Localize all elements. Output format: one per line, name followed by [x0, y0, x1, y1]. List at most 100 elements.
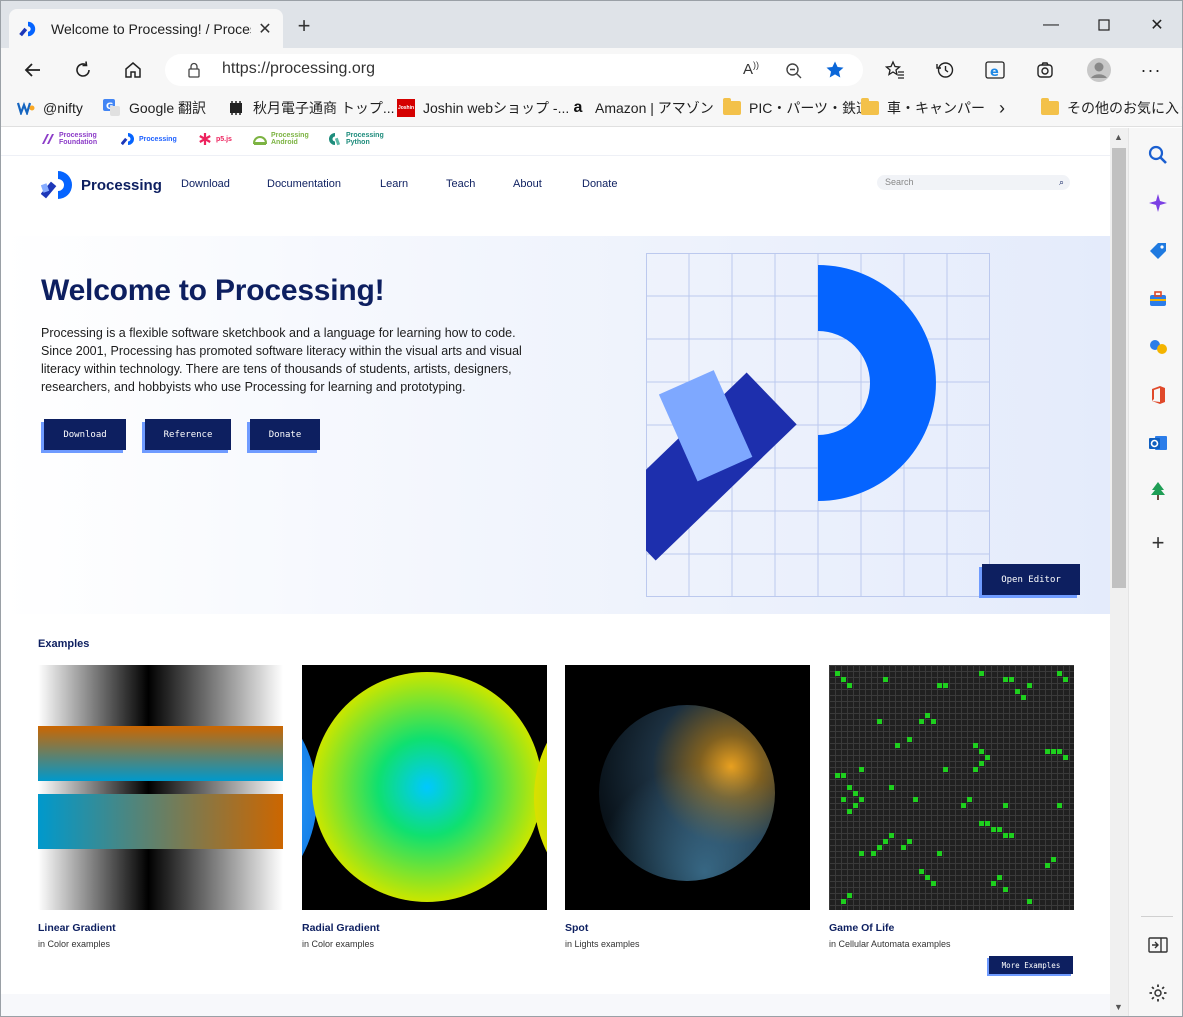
- fav-folder[interactable]: PIC・パーツ・鉄道: [723, 97, 870, 119]
- minimize-icon[interactable]: —: [1031, 11, 1071, 39]
- more-menu-icon[interactable]: ···: [1135, 54, 1167, 86]
- zoom-out-icon[interactable]: [785, 62, 803, 80]
- copilot-sparkle-icon[interactable]: [1147, 192, 1169, 214]
- hide-sidebar-icon[interactable]: [1147, 934, 1169, 956]
- site-nav: Processing Download Documentation Learn …: [1, 156, 1110, 236]
- project-link-p5js[interactable]: p5.js: [198, 132, 232, 146]
- google-translate-icon: G: [103, 99, 121, 117]
- shopping-tag-icon[interactable]: [1147, 240, 1169, 262]
- address-bar[interactable]: https://processing.org A)): [165, 54, 863, 86]
- p5js-asterisk-icon: [199, 133, 211, 145]
- maximize-icon[interactable]: [1084, 11, 1124, 39]
- example-card[interactable]: Game Of Life in Cellular Automata exampl…: [829, 665, 1074, 949]
- examples-heading: Examples: [38, 638, 90, 650]
- outlook-icon[interactable]: [1147, 432, 1169, 454]
- fav-item[interactable]: a Amazon | アマゾン: [569, 97, 714, 119]
- profile-avatar-icon[interactable]: [1083, 54, 1115, 86]
- settings-gear-icon[interactable]: [1147, 982, 1169, 1004]
- read-aloud-icon[interactable]: A)): [743, 60, 759, 78]
- url-text: https://processing.org: [222, 60, 375, 77]
- search-icon[interactable]: ⌕: [1059, 175, 1064, 190]
- download-button[interactable]: Download: [44, 419, 126, 450]
- nav-documentation[interactable]: Documentation: [267, 178, 341, 190]
- akizuki-icon: [227, 99, 245, 117]
- example-category: in Cellular Automata examples: [829, 939, 951, 949]
- hero-section: Welcome to Processing! Processing is a f…: [1, 236, 1110, 614]
- nav-learn[interactable]: Learn: [380, 178, 408, 190]
- fav-item[interactable]: Joshin Joshin webショップ -...: [397, 97, 569, 119]
- browser-toolbar: https://processing.org A)) e ···: [1, 48, 1182, 91]
- example-card[interactable]: Radial Gradient in Color examples: [302, 665, 547, 949]
- nav-teach[interactable]: Teach: [446, 178, 475, 190]
- donate-button[interactable]: Donate: [250, 419, 320, 450]
- scroll-down-icon[interactable]: ▼: [1114, 1002, 1123, 1012]
- page-scrollbar[interactable]: ▲ ▼: [1110, 128, 1128, 1016]
- nav-donate[interactable]: Donate: [582, 178, 617, 190]
- example-category: in Color examples: [38, 939, 111, 949]
- foundation-logo-icon: [42, 134, 54, 144]
- browser-tab[interactable]: Welcome to Processing! / Processing.org …: [9, 9, 283, 49]
- processing-logo-icon: [41, 171, 72, 199]
- favorite-star-icon[interactable]: [825, 60, 845, 80]
- fav-item[interactable]: @nifty: [17, 97, 83, 119]
- new-tab-icon[interactable]: +: [293, 15, 315, 37]
- svg-text:e: e: [990, 65, 999, 80]
- radial-gradient-thumbnail[interactable]: [302, 665, 547, 910]
- add-sidebar-app-icon[interactable]: +: [1147, 530, 1169, 555]
- ie-mode-icon[interactable]: e: [979, 54, 1011, 86]
- spot-thumbnail[interactable]: [565, 665, 810, 910]
- fav-folder[interactable]: その他のお気に入り: [1041, 97, 1182, 119]
- nav-download[interactable]: Download: [181, 178, 230, 190]
- fav-item[interactable]: 秋月電子通商 トップ...: [227, 97, 395, 119]
- project-link-android[interactable]: Processing Android: [253, 132, 309, 146]
- projects-bar: Processing Foundation Processing p5.js Pr…: [1, 128, 1110, 156]
- game-of-life-thumbnail[interactable]: [829, 665, 1074, 910]
- folder-icon: [723, 98, 741, 115]
- fav-overflow-chevron-icon[interactable]: ›: [999, 97, 1005, 119]
- example-title[interactable]: Game Of Life: [829, 922, 1074, 934]
- back-icon[interactable]: [17, 54, 49, 86]
- games-icon[interactable]: [1147, 336, 1169, 358]
- open-editor-button[interactable]: Open Editor: [982, 564, 1080, 595]
- example-title[interactable]: Radial Gradient: [302, 922, 547, 934]
- office-icon[interactable]: [1147, 384, 1169, 406]
- joshin-icon: Joshin: [397, 99, 415, 117]
- reference-button[interactable]: Reference: [145, 419, 231, 450]
- example-card[interactable]: Linear Gradient in Color examples: [38, 665, 283, 949]
- browser-window: Welcome to Processing! / Processing.org …: [0, 0, 1183, 1017]
- example-card[interactable]: Spot in Lights examples: [565, 665, 810, 949]
- folder-icon: [1041, 98, 1059, 115]
- history-icon[interactable]: [929, 54, 961, 86]
- example-title[interactable]: Spot: [565, 922, 810, 934]
- fav-item[interactable]: G Google 翻訳: [103, 97, 206, 119]
- nav-about[interactable]: About: [513, 178, 542, 190]
- nifty-icon: [17, 99, 35, 117]
- folder-icon: [861, 98, 879, 115]
- linear-gradient-thumbnail[interactable]: [38, 665, 283, 910]
- tab-close-icon[interactable]: ✕: [255, 19, 275, 39]
- project-link-foundation[interactable]: Processing Foundation: [41, 132, 97, 146]
- sidebar-search-icon[interactable]: [1147, 144, 1169, 166]
- examples-section: Examples Linear Gradient in Color exampl…: [1, 614, 1110, 1016]
- tree-icon[interactable]: [1147, 480, 1169, 502]
- processing-logo[interactable]: Processing: [41, 170, 162, 200]
- search-input[interactable]: Search ⌕: [877, 175, 1070, 190]
- fav-folder[interactable]: 車・キャンパー: [861, 97, 985, 119]
- more-examples-button[interactable]: More Examples: [989, 956, 1073, 974]
- project-link-python[interactable]: Processing Python: [328, 132, 384, 146]
- lock-icon[interactable]: [187, 62, 201, 78]
- tools-briefcase-icon[interactable]: [1147, 288, 1169, 310]
- extensions-icon[interactable]: [1029, 54, 1061, 86]
- project-link-processing[interactable]: Processing: [121, 132, 177, 146]
- scroll-thumb[interactable]: [1112, 148, 1126, 588]
- python-logo-icon: [329, 133, 341, 146]
- example-title[interactable]: Linear Gradient: [38, 922, 283, 934]
- example-category: in Lights examples: [565, 939, 640, 949]
- home-icon[interactable]: [117, 54, 149, 86]
- web-page: Processing Foundation Processing p5.js Pr…: [1, 128, 1110, 1016]
- scroll-up-icon[interactable]: ▲: [1114, 132, 1123, 142]
- android-logo-icon: [253, 136, 267, 145]
- favorites-icon[interactable]: [879, 54, 911, 86]
- close-window-icon[interactable]: ✕: [1137, 11, 1177, 39]
- refresh-icon[interactable]: [67, 54, 99, 86]
